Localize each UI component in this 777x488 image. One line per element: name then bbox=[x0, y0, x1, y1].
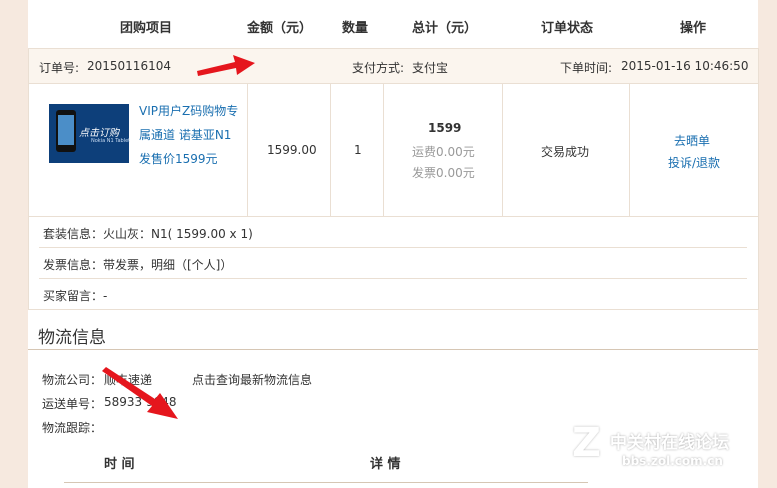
red-arrow-annotation-top bbox=[197, 55, 255, 76]
pay-method-value: 支付宝 bbox=[412, 61, 449, 75]
zol-watermark: Z 中关村在线论坛 bbs.zol.com.cn bbox=[566, 420, 766, 480]
order-time-label: 下单时间: bbox=[560, 61, 613, 75]
buyer-message-row: 买家留言：- bbox=[39, 279, 747, 309]
col-item: 团购项目 bbox=[120, 21, 173, 36]
trace-col-detail: 详 情 bbox=[370, 457, 401, 472]
tablet-image bbox=[56, 110, 76, 152]
pay-method-label: 支付方式: bbox=[352, 61, 405, 75]
product-total: 1599 bbox=[428, 121, 462, 135]
product-quantity: 1 bbox=[354, 143, 362, 157]
logistics-company-label: 物流公司： bbox=[42, 373, 103, 387]
product-thumbnail[interactable]: 点击订购 Nokia N1 Tablet bbox=[49, 104, 131, 163]
trace-table-divider bbox=[64, 482, 588, 483]
invoice-fee: 发票0.00元 bbox=[412, 166, 475, 180]
col-divider bbox=[383, 84, 384, 216]
red-arrow-annotation-bottom bbox=[102, 367, 178, 419]
thumb-brand-text: 点击订购 bbox=[79, 128, 119, 139]
col-amount: 金额（元） bbox=[247, 21, 313, 36]
complaint-refund-link[interactable]: 投诉/退款 bbox=[668, 154, 720, 171]
tracking-no-label: 运送单号： bbox=[42, 397, 103, 411]
invoice-info: 发票信息：带发票，明细（[个人]） bbox=[43, 258, 233, 272]
product-name-link[interactable]: VIP用户Z码购物专属通道 诺基亚N1发售价1599元 bbox=[139, 99, 239, 171]
col-divider bbox=[247, 84, 248, 216]
watermark-logo-letter: Z bbox=[572, 420, 602, 466]
order-no-label: 订单号: bbox=[39, 61, 80, 75]
col-divider bbox=[502, 84, 503, 216]
buyer-message: 买家留言：- bbox=[43, 289, 108, 303]
logistics-query-link[interactable]: 点击查询最新物流信息 bbox=[192, 371, 312, 388]
logistics-title: 物流信息 bbox=[38, 328, 106, 348]
invoice-info-row: 发票信息：带发票，明细（[个人]） bbox=[39, 248, 747, 279]
order-meta-bar: 订单号: 20150116104 支付方式: 支付宝 下单时间: 2015-01… bbox=[29, 49, 758, 84]
order-table-header: 团购项目 金额（元） 数量 总计（元） 订单状态 操作 bbox=[28, 0, 758, 48]
product-price: 1599.00 bbox=[267, 143, 317, 157]
col-status: 订单状态 bbox=[541, 21, 594, 36]
review-link[interactable]: 去晒单 bbox=[674, 132, 710, 149]
set-info-row: 套装信息：火山灰：N1( 1599.00 x 1) bbox=[39, 217, 747, 248]
order-no-value: 20150116104 bbox=[87, 59, 171, 73]
watermark-line1: 中关村在线论坛 bbox=[610, 433, 729, 453]
col-divider bbox=[330, 84, 331, 216]
col-quantity: 数量 bbox=[342, 21, 369, 36]
shipping-fee: 运费0.00元 bbox=[412, 145, 475, 159]
order-time-value: 2015-01-16 10:46:50 bbox=[621, 59, 749, 73]
col-action: 操作 bbox=[680, 21, 707, 36]
order-status: 交易成功 bbox=[541, 145, 590, 159]
set-info: 套装信息：火山灰：N1( 1599.00 x 1) bbox=[43, 227, 253, 241]
thumb-sub-text: Nokia N1 Tablet bbox=[91, 138, 131, 144]
logistics-divider bbox=[28, 349, 758, 350]
order-block: 订单号: 20150116104 支付方式: 支付宝 下单时间: 2015-01… bbox=[28, 48, 759, 310]
watermark-line2: bbs.zol.com.cn bbox=[622, 454, 723, 468]
logistics-trace-label: 物流跟踪： bbox=[42, 421, 103, 435]
trace-col-time: 时 间 bbox=[104, 457, 135, 472]
col-total: 总计（元） bbox=[412, 21, 478, 36]
product-row: 点击订购 Nokia N1 Tablet VIP用户Z码购物专属通道 诺基亚N1… bbox=[29, 84, 758, 217]
col-divider bbox=[629, 84, 630, 216]
